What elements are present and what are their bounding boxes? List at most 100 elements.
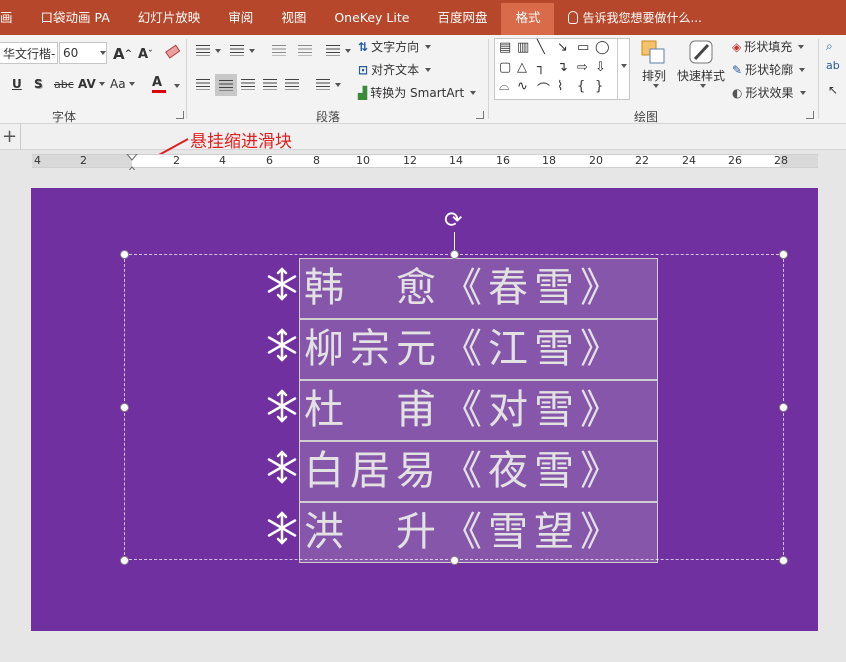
- strikethrough-button[interactable]: abc: [54, 78, 74, 91]
- align-center-button[interactable]: [215, 74, 237, 96]
- oval-shape-icon[interactable]: ◯: [595, 40, 610, 55]
- font-name-select[interactable]: 华文行楷-: [0, 42, 58, 64]
- char-spacing-button[interactable]: AV: [78, 77, 105, 91]
- tab-onekey-lite[interactable]: OneKey Lite: [320, 0, 423, 35]
- decrease-indent-button[interactable]: [272, 45, 286, 56]
- curve-shape-icon[interactable]: ∿: [517, 79, 528, 94]
- replace-icon[interactable]: ab: [826, 59, 840, 72]
- shape-fill-button[interactable]: ◈ 形状填充: [732, 38, 805, 55]
- shrink-font-button[interactable]: Aˇ: [138, 47, 153, 62]
- shape-outline-label: 形状轮廓: [745, 63, 794, 77]
- eraser-icon: [165, 44, 181, 59]
- text-box-selection[interactable]: [124, 254, 784, 560]
- distributed-button[interactable]: [285, 79, 299, 90]
- smartart-icon: ▟: [358, 85, 368, 100]
- resize-handle-bottom-right[interactable]: [779, 556, 788, 565]
- tab-view[interactable]: 视图: [267, 0, 320, 35]
- horizontal-ruler[interactable]: 4 2 2 4 6 8 10 12 14 16 18 20 22 24 26 2…: [32, 154, 818, 178]
- rounded-rect-shape-icon[interactable]: ▢: [499, 60, 511, 75]
- align-right-button[interactable]: [241, 79, 255, 90]
- hanging-indent-annotation: 悬挂缩进滑块: [190, 132, 292, 152]
- vertical-textbox-shape-icon[interactable]: ▥: [517, 40, 529, 55]
- line-shape-icon[interactable]: ╲: [537, 40, 545, 55]
- resize-handle-right[interactable]: [779, 403, 788, 412]
- change-case-button[interactable]: Aa: [110, 77, 135, 91]
- shape-outline-button[interactable]: ✎ 形状轮廓: [732, 61, 806, 78]
- arc-shape-icon[interactable]: ⌒: [537, 79, 550, 98]
- align-center-icon: [219, 79, 233, 91]
- freeform-shape-icon[interactable]: ⌓: [499, 79, 509, 94]
- resize-handle-top-left[interactable]: [120, 250, 129, 259]
- font-group-label: 字体: [52, 110, 77, 124]
- underline-button[interactable]: U: [12, 77, 22, 91]
- shadow-button[interactable]: S: [34, 77, 43, 91]
- tab-format[interactable]: 格式: [501, 3, 555, 35]
- tab-animation[interactable]: 画: [0, 0, 27, 35]
- font-dialog-launcher[interactable]: [176, 111, 184, 119]
- tell-me-text: 告诉我您想要做什么...: [582, 11, 702, 25]
- columns-button[interactable]: [316, 79, 341, 90]
- resize-handle-left[interactable]: [120, 403, 129, 412]
- drawing-dialog-launcher[interactable]: [806, 111, 814, 119]
- chevron-down-icon: [100, 51, 107, 55]
- rectangle-shape-icon[interactable]: ▭: [577, 40, 589, 55]
- resize-handle-top[interactable]: [450, 250, 459, 259]
- find-icon[interactable]: ⌕: [826, 39, 833, 54]
- clear-format-button[interactable]: [164, 43, 182, 61]
- arrow-line-shape-icon[interactable]: ↘: [557, 40, 568, 55]
- numbering-button[interactable]: [230, 45, 255, 56]
- ruler-label: 4: [34, 154, 41, 167]
- bullets-button[interactable]: [196, 45, 221, 56]
- right-arrow-shape-icon[interactable]: ⇨: [577, 60, 588, 75]
- align-text-button[interactable]: ⊡ 对齐文本: [358, 61, 432, 78]
- underline-label: U: [12, 77, 22, 91]
- text-direction-button[interactable]: ⇅ 文字方向: [358, 38, 432, 55]
- text-direction-label: 文字方向: [371, 40, 420, 54]
- group-divider: [488, 39, 489, 119]
- resize-handle-bottom-left[interactable]: [120, 556, 129, 565]
- shapes-gallery[interactable]: ▤ ▥ ╲ ↘ ▭ ◯ ▢ △ ┐ ↴ ⇨ ⇩ ⌓ ∿ ⌒ ⌇ { }: [494, 38, 630, 100]
- left-brace-shape-icon[interactable]: {: [577, 79, 585, 94]
- shape-effects-button[interactable]: ◐ 形状效果: [732, 84, 806, 101]
- tell-me-box[interactable]: 告诉我您想要做什么...: [554, 9, 702, 26]
- increase-indent-button[interactable]: [298, 45, 312, 56]
- gallery-scroll[interactable]: [617, 39, 629, 99]
- scribble-shape-icon[interactable]: ⌇: [557, 79, 563, 94]
- ruler-label: 26: [728, 154, 742, 167]
- font-size-select[interactable]: 60: [59, 42, 107, 64]
- convert-smartart-button[interactable]: ▟ 转换为 SmartArt: [358, 84, 477, 101]
- down-arrow-shape-icon[interactable]: ⇩: [595, 60, 606, 75]
- elbow-arrow-shape-icon[interactable]: ↴: [557, 60, 568, 75]
- line-spacing-button[interactable]: [326, 45, 351, 56]
- tab-review[interactable]: 审阅: [214, 0, 267, 35]
- tab-pocket-animation[interactable]: 口袋动画 PA: [27, 0, 124, 35]
- increase-indent-icon: [298, 45, 312, 56]
- right-brace-shape-icon[interactable]: }: [595, 79, 603, 94]
- ruler-label: 24: [682, 154, 696, 167]
- tab-baidu-netdisk[interactable]: 百度网盘: [423, 0, 501, 35]
- arrange-button[interactable]: 排列: [640, 39, 668, 88]
- paint-bucket-icon: ◈: [732, 39, 742, 54]
- rotate-handle-icon[interactable]: ⟳: [444, 210, 462, 232]
- align-text-icon: ⊡: [358, 62, 369, 77]
- increase-icon: ^: [124, 49, 133, 59]
- bullets-icon: [196, 45, 210, 56]
- paragraph-dialog-launcher[interactable]: [476, 111, 484, 119]
- add-icon[interactable]: +: [2, 126, 17, 147]
- textbox-shape-icon[interactable]: ▤: [499, 40, 511, 55]
- select-cursor-icon[interactable]: ↖: [828, 83, 838, 97]
- triangle-shape-icon[interactable]: △: [517, 60, 527, 75]
- resize-handle-bottom[interactable]: [450, 556, 459, 565]
- font-color-button[interactable]: A: [152, 75, 166, 93]
- justify-button[interactable]: [263, 79, 277, 90]
- quick-styles-button[interactable]: 快速样式: [677, 39, 725, 88]
- font-size-value: 60: [63, 46, 79, 60]
- justify-icon: [263, 79, 277, 90]
- chevron-down-icon: [249, 48, 255, 53]
- grow-font-button[interactable]: A ^: [113, 45, 132, 63]
- elbow-connector-shape-icon[interactable]: ┐: [537, 60, 545, 75]
- resize-handle-top-right[interactable]: [779, 250, 788, 259]
- chevron-down-icon: [470, 90, 477, 95]
- tab-slideshow[interactable]: 幻灯片放映: [124, 0, 215, 35]
- align-left-button[interactable]: [196, 79, 210, 90]
